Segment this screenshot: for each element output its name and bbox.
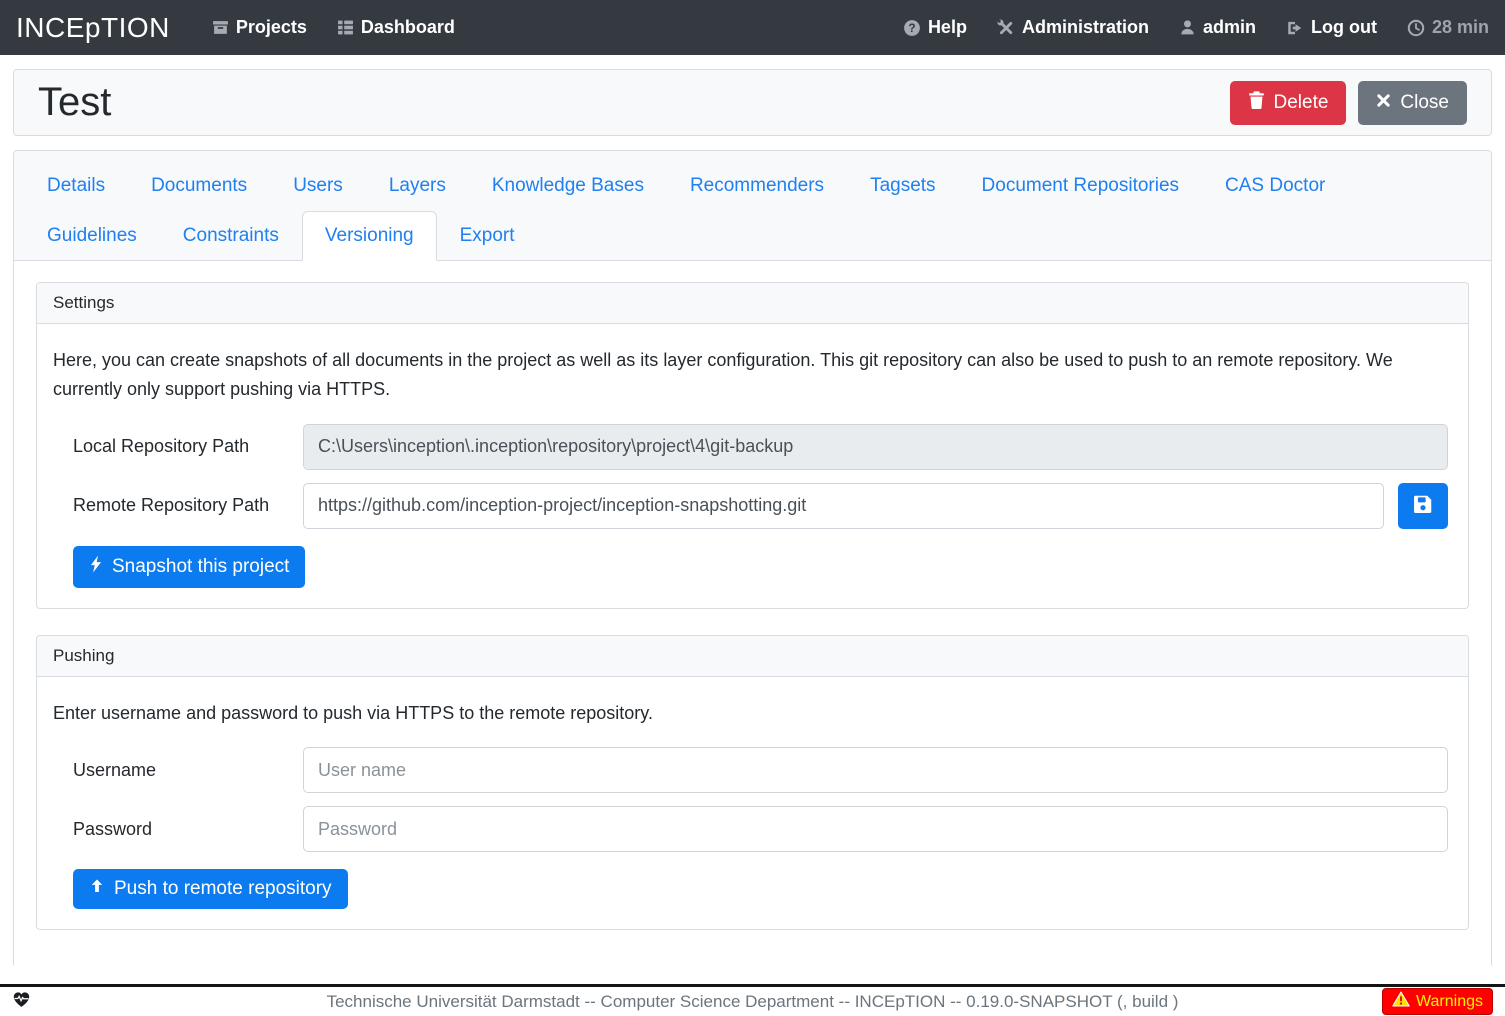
password-row: Password	[53, 806, 1448, 852]
archive-icon	[212, 19, 229, 36]
page-title: Test	[38, 80, 111, 125]
tab-document-repositories[interactable]: Document Repositories	[959, 161, 1202, 211]
pushing-panel: Pushing Enter username and password to p…	[36, 635, 1469, 931]
remote-repo-input[interactable]	[303, 483, 1384, 529]
bolt-icon	[89, 555, 103, 579]
password-label: Password	[53, 819, 303, 840]
tab-recommenders[interactable]: Recommenders	[667, 161, 847, 211]
project-tab-card: Details Documents Users Layers Knowledge…	[13, 150, 1492, 968]
navbar-left: Projects Dashboard	[212, 17, 455, 38]
tab-tagsets[interactable]: Tagsets	[847, 161, 958, 211]
local-repo-row: Local Repository Path	[53, 424, 1448, 470]
pushing-panel-title: Pushing	[37, 636, 1468, 677]
nav-user[interactable]: admin	[1179, 17, 1256, 38]
tab-versioning[interactable]: Versioning	[302, 211, 437, 261]
push-remote-button[interactable]: Push to remote repository	[73, 869, 348, 909]
help-icon: ?	[903, 19, 921, 37]
tab-cas-doctor[interactable]: CAS Doctor	[1202, 161, 1348, 211]
tab-layers[interactable]: Layers	[366, 161, 469, 211]
settings-description: Here, you can create snapshots of all do…	[53, 346, 1448, 404]
pushing-description: Enter username and password to push via …	[53, 699, 1448, 728]
svg-text:?: ?	[908, 21, 915, 35]
warning-triangle-icon	[1392, 991, 1410, 1012]
tab-documents[interactable]: Documents	[128, 161, 270, 211]
tab-export[interactable]: Export	[437, 211, 538, 261]
logout-icon	[1286, 19, 1304, 37]
save-remote-button[interactable]	[1398, 483, 1448, 529]
snapshot-project-button[interactable]: Snapshot this project	[73, 546, 305, 588]
tab-knowledge-bases[interactable]: Knowledge Bases	[469, 161, 667, 211]
nav-help[interactable]: ? Help	[903, 17, 967, 38]
grid-icon	[337, 19, 354, 36]
header-actions: Delete Close	[1230, 81, 1468, 125]
up-arrow-icon	[89, 878, 105, 900]
remote-repo-field-group	[303, 483, 1448, 529]
versioning-tab-content: Settings Here, you can create snapshots …	[14, 261, 1491, 977]
save-icon	[1412, 493, 1434, 518]
settings-panel-body: Here, you can create snapshots of all do…	[37, 324, 1468, 608]
clock-icon	[1407, 19, 1425, 37]
project-header: Test Delete Close	[13, 69, 1492, 136]
close-button[interactable]: Close	[1358, 81, 1467, 125]
trash-icon	[1248, 91, 1265, 115]
heart-pulse-icon	[12, 991, 31, 1013]
settings-panel: Settings Here, you can create snapshots …	[36, 282, 1469, 609]
footer: Technische Universität Darmstadt -- Comp…	[0, 984, 1505, 1016]
top-navbar: INCEpTION Projects Dashboard ? Help Admi…	[0, 0, 1505, 55]
local-repo-input	[303, 424, 1448, 470]
tab-list: Details Documents Users Layers Knowledge…	[24, 161, 1481, 261]
username-label: Username	[53, 760, 303, 781]
tab-bar: Details Documents Users Layers Knowledge…	[14, 151, 1491, 261]
remote-repo-row: Remote Repository Path	[53, 483, 1448, 529]
username-input[interactable]	[303, 747, 1448, 793]
settings-panel-title: Settings	[37, 283, 1468, 324]
local-repo-label: Local Repository Path	[53, 436, 303, 457]
nav-logout[interactable]: Log out	[1286, 17, 1377, 38]
warnings-button[interactable]: Warnings	[1382, 988, 1493, 1015]
remote-repo-label: Remote Repository Path	[53, 495, 303, 516]
main-content: Test Delete Close Details Documents User…	[0, 55, 1505, 984]
pushing-panel-body: Enter username and password to push via …	[37, 677, 1468, 930]
password-input[interactable]	[303, 806, 1448, 852]
username-row: Username	[53, 747, 1448, 793]
nav-projects[interactable]: Projects	[212, 17, 307, 38]
nav-dashboard[interactable]: Dashboard	[337, 17, 455, 38]
user-icon	[1179, 19, 1196, 36]
footer-text: Technische Universität Darmstadt -- Comp…	[0, 992, 1505, 1012]
app-brand[interactable]: INCEpTION	[16, 12, 170, 44]
tab-constraints[interactable]: Constraints	[160, 211, 302, 261]
tab-users[interactable]: Users	[270, 161, 366, 211]
close-x-icon	[1376, 92, 1391, 114]
delete-button[interactable]: Delete	[1230, 81, 1347, 125]
session-timer: 28 min	[1407, 17, 1489, 38]
navbar-right: ? Help Administration admin Log out	[903, 17, 1489, 38]
tab-details[interactable]: Details	[24, 161, 128, 211]
tab-guidelines[interactable]: Guidelines	[24, 211, 160, 261]
nav-administration[interactable]: Administration	[997, 17, 1149, 38]
tools-icon	[997, 19, 1015, 37]
